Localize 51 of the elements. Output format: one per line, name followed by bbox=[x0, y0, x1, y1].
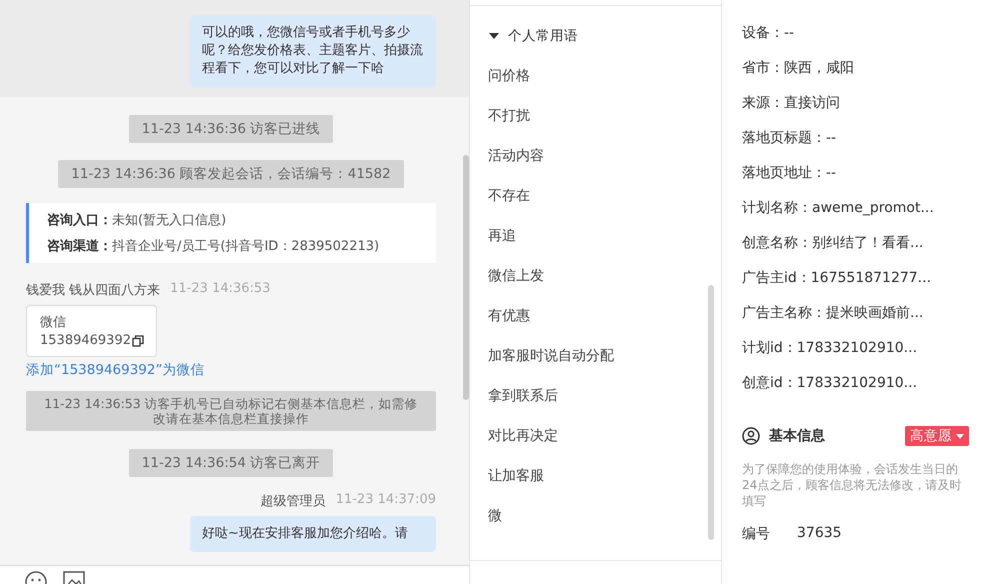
message-bubble: 可以的哦，您微信号或者手机号多少呢？给您发价格表、主题客片、拍摄流程看下，您可以对比了解一下哈 bbox=[190, 15, 436, 87]
copy-icon[interactable] bbox=[132, 335, 144, 347]
info-field: 省市：陕西，咸阳 bbox=[742, 59, 854, 77]
phone-number: 15389469392 bbox=[40, 332, 131, 350]
field-value: 抖音企业号/员工号(抖音号ID：2839502213) bbox=[112, 238, 380, 255]
phrase-item[interactable]: 让加客服 bbox=[488, 466, 721, 506]
section-title: 基本信息 bbox=[769, 427, 826, 445]
field-label: 咨询渠道： bbox=[47, 238, 112, 255]
phrase-item[interactable]: 问价格 bbox=[488, 66, 721, 106]
info-field: 广告主名称：提米映画婚前... bbox=[742, 304, 924, 322]
phrase-item[interactable]: 微信上发 bbox=[488, 266, 721, 306]
info-field: 落地页标题：-- bbox=[742, 129, 836, 147]
add-wechat-link[interactable]: 添加“15389469392”为微信 bbox=[26, 361, 204, 379]
phrase-item[interactable]: 微 bbox=[488, 506, 721, 546]
system-notice: 11-23 14:36:54 访客已离开 bbox=[128, 449, 334, 477]
phrase-item[interactable]: 不打扰 bbox=[488, 106, 721, 146]
info-field: 计划名称：aweme_promot... bbox=[742, 199, 934, 217]
intent-dropdown[interactable]: 高意愿 bbox=[905, 426, 969, 446]
sender-name: 超级管理员 bbox=[260, 493, 326, 510]
message-time: 11-23 14:36:53 bbox=[170, 281, 270, 298]
scrollbar-thumb[interactable] bbox=[708, 285, 714, 540]
card-title: 微信 bbox=[40, 314, 67, 332]
notice-text: 为了保障您的使用体验，会话发生当日的24点之后，顾客信息将无法修改，请及时填写 bbox=[742, 461, 962, 509]
phrase-item[interactable]: 对比再决定 bbox=[488, 426, 721, 466]
system-notice: 11-23 14:36:36 顾客发起会话，会话编号：41582 bbox=[58, 160, 404, 188]
system-notice: 11-23 14:36:36 访客已进线 bbox=[128, 115, 334, 143]
scrollbar-thumb[interactable] bbox=[463, 155, 469, 400]
message-time: 11-23 14:37:09 bbox=[336, 492, 436, 509]
field-value: 37635 bbox=[797, 525, 842, 543]
info-field: 创意名称：别纠结了！看看... bbox=[742, 234, 924, 252]
phrase-item[interactable]: 拿到联系后 bbox=[488, 386, 721, 426]
phrase-item[interactable]: 加客服时说自动分配 bbox=[488, 346, 721, 386]
caret-icon[interactable] bbox=[489, 33, 499, 39]
field-value: 未知(暂无入口信息) bbox=[112, 212, 226, 229]
phrase-item[interactable]: 不存在 bbox=[488, 186, 721, 226]
phrase-item[interactable]: 活动内容 bbox=[488, 146, 721, 186]
sender-name: 钱爱我 钱从四面八方来 bbox=[26, 282, 160, 299]
info-field: 创意id：178332102910... bbox=[742, 374, 918, 392]
message-bubble: 好哒~现在安排客服加您介绍哈。请 bbox=[190, 516, 436, 552]
info-field: 设备：-- bbox=[742, 24, 794, 42]
phrase-item[interactable]: 有优惠 bbox=[488, 306, 721, 346]
info-field: 来源：直接访问 bbox=[742, 94, 840, 112]
system-notice: 11-23 14:36:53 访客手机号已自动标记右侧基本信息栏，如需修改请在基本信息栏直接操作 bbox=[26, 391, 436, 431]
phrase-item[interactable]: 再追 bbox=[488, 226, 721, 266]
info-field: 落地页地址：-- bbox=[742, 164, 836, 182]
info-field: 广告主id：167551871277... bbox=[742, 269, 932, 287]
info-field: 计划id：178332102910... bbox=[742, 339, 918, 357]
field-label: 咨询入口： bbox=[47, 212, 112, 229]
user-icon bbox=[742, 427, 760, 445]
field-label: 编号 bbox=[742, 525, 770, 543]
group-title[interactable]: 个人常用语 bbox=[508, 27, 578, 45]
